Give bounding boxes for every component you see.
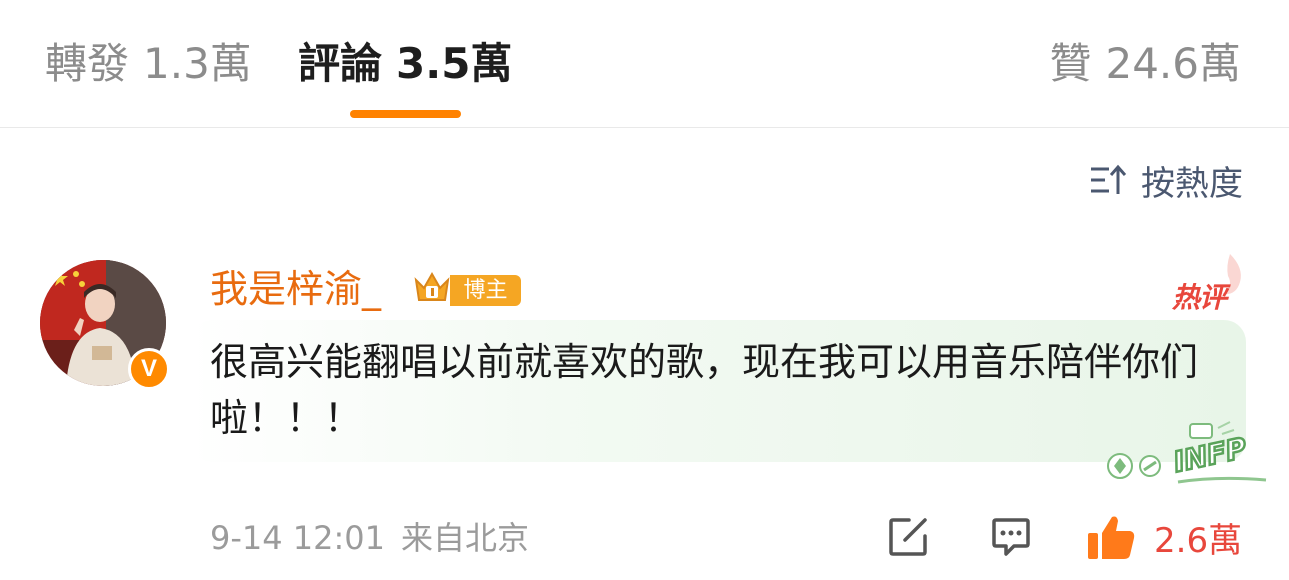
thumbs-up-icon	[1088, 516, 1135, 559]
comment-meta: 9-14 12:01 来自北京	[210, 518, 529, 558]
comment-tab-bar: 轉發 1.3萬 評論 3.5萬 贊 24.6萬	[0, 0, 1289, 128]
tab-comments-count: 3.5萬	[396, 39, 513, 88]
infp-sticker-decoration: INFP	[1107, 421, 1267, 484]
sort-by-hotness-button[interactable]: 按熱度	[1089, 158, 1243, 204]
hot-comment-tag: 热评	[1172, 281, 1227, 314]
tab-comments-label: 評論	[298, 39, 383, 88]
tab-repost-label: 轉發	[45, 39, 130, 88]
like-button[interactable]: 2.6萬	[1086, 512, 1242, 562]
comment-text: 很高兴能翻唱以前就喜欢的歌，现在我可以用音乐陪伴你们啦！！！	[210, 340, 1199, 440]
reply-comment-icon[interactable]	[990, 516, 1032, 558]
tab-likes[interactable]: 贊 24.6萬	[1049, 36, 1241, 92]
sort-label: 按熱度	[1141, 163, 1243, 204]
share-icon[interactable]	[887, 516, 929, 558]
like-count: 2.6萬	[1154, 520, 1243, 561]
comment-location: 来自北京	[401, 519, 530, 557]
tab-likes-count: 24.6萬	[1105, 39, 1241, 88]
blogger-crown-icon	[414, 271, 450, 301]
infp-label: INFP	[1171, 431, 1250, 479]
blogger-badge: 博主	[450, 275, 521, 306]
tab-repost[interactable]: 轉發 1.3萬	[45, 36, 252, 92]
sort-icon	[1091, 164, 1127, 194]
tab-comments[interactable]: 評論 3.5萬	[298, 36, 512, 92]
comment-timestamp: 9-14 12:01	[210, 519, 386, 557]
commenter-avatar[interactable]: V	[40, 260, 170, 390]
verified-v-icon: V	[128, 348, 170, 390]
tab-repost-count: 1.3萬	[143, 39, 252, 88]
active-tab-indicator	[350, 110, 461, 118]
commenter-username[interactable]: 我是梓渝_	[210, 264, 381, 314]
tab-likes-label: 贊	[1049, 39, 1092, 88]
